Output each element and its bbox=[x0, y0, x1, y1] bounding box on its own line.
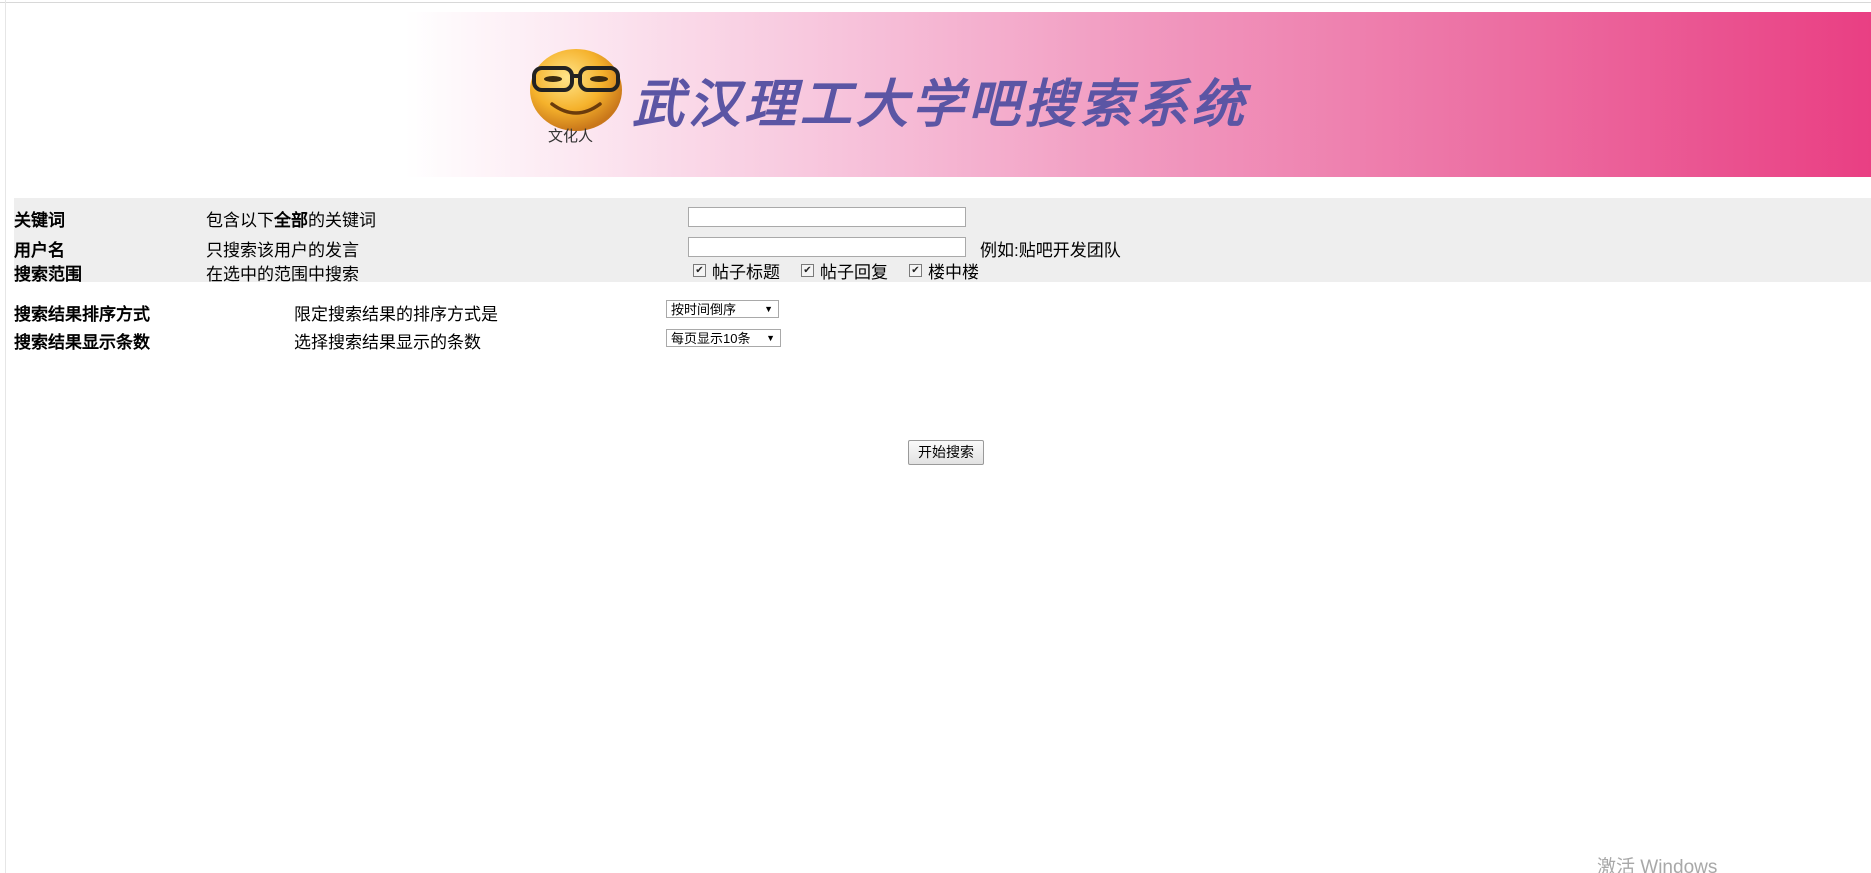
scope-title-option[interactable]: ✔ 帖子标题 bbox=[693, 260, 780, 282]
scope-subfloor-label: 楼中楼 bbox=[928, 262, 979, 282]
username-description: 只搜索该用户的发言 bbox=[206, 241, 359, 260]
top-divider bbox=[0, 2, 1871, 3]
page-size-description: 选择搜索结果显示的条数 bbox=[294, 333, 481, 352]
keyword-input[interactable] bbox=[688, 207, 966, 227]
dropdown-arrow-icon: ▼ bbox=[766, 333, 775, 343]
page-size-selected-value: 每页显示10条 bbox=[671, 331, 751, 346]
keyword-description: 包含以下全部的关键词 bbox=[206, 211, 376, 230]
left-divider bbox=[5, 0, 6, 873]
site-title: 武汉理工大学吧搜索系统 bbox=[632, 74, 1249, 135]
page-size-label: 搜索结果显示条数 bbox=[14, 333, 150, 352]
scope-subfloor-option[interactable]: ✔ 楼中楼 bbox=[909, 260, 979, 282]
page: 文化人 武汉理工大学吧搜索系统 关键词 包含以下全部的关键词 用户名 只搜索该用… bbox=[0, 0, 1871, 873]
start-search-button[interactable]: 开始搜索 bbox=[908, 440, 984, 465]
sort-label: 搜索结果排序方式 bbox=[14, 305, 150, 324]
username-example: 例如:贴吧开发团队 bbox=[980, 241, 1121, 260]
windows-activation-watermark: 激活 Windows bbox=[1597, 857, 1718, 873]
username-label: 用户名 bbox=[14, 241, 65, 260]
logo-caption: 文化人 bbox=[548, 127, 594, 145]
sort-select[interactable]: 按时间倒序 ▼ bbox=[666, 300, 779, 318]
scope-title-label: 帖子标题 bbox=[712, 262, 780, 282]
scope-description: 在选中的范围中搜索 bbox=[206, 265, 359, 284]
username-input[interactable] bbox=[688, 237, 966, 257]
scope-label: 搜索范围 bbox=[14, 265, 82, 284]
checkbox-checked-icon[interactable]: ✔ bbox=[693, 263, 706, 277]
sort-selected-value: 按时间倒序 bbox=[671, 302, 737, 317]
keyword-label: 关键词 bbox=[14, 211, 65, 230]
page-size-select[interactable]: 每页显示10条 ▼ bbox=[666, 329, 781, 347]
sort-description: 限定搜索结果的排序方式是 bbox=[294, 305, 498, 324]
checkbox-checked-icon[interactable]: ✔ bbox=[801, 263, 814, 277]
dropdown-arrow-icon: ▼ bbox=[764, 304, 773, 314]
scope-reply-option[interactable]: ✔ 帖子回复 bbox=[801, 260, 888, 282]
checkbox-checked-icon[interactable]: ✔ bbox=[909, 263, 922, 277]
scope-reply-label: 帖子回复 bbox=[820, 262, 888, 282]
